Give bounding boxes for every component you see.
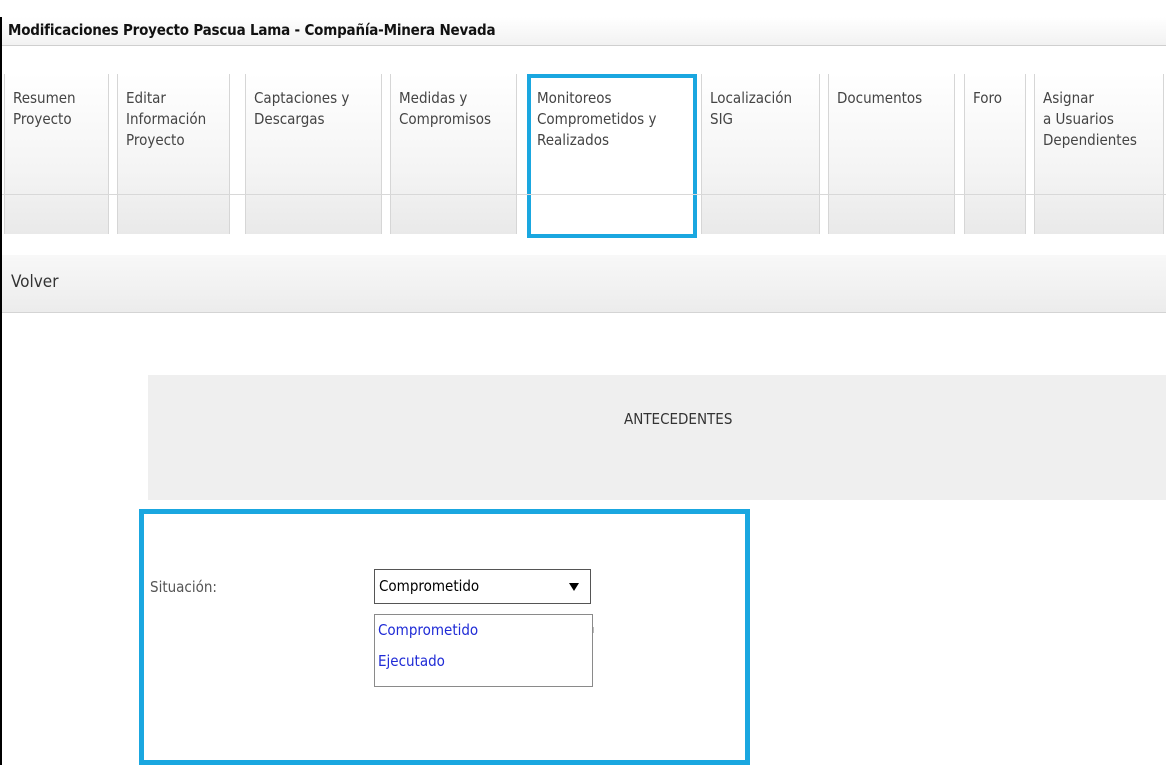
antecedentes-header: ANTECEDENTES (148, 375, 1166, 500)
tab-label: Captaciones y Descargas (254, 89, 350, 128)
tab-foro[interactable]: Foro (964, 74, 1026, 234)
tab-label: Asignar a Usuarios Dependientes (1043, 89, 1137, 149)
tab-resumen-proyecto[interactable]: Resumen Proyecto (4, 74, 109, 234)
tab-editar-informacion[interactable]: Editar Información Proyecto (117, 74, 230, 234)
tab-medidas-compromisos[interactable]: Medidas y Compromisos (390, 74, 517, 234)
tab-label: Monitoreos Comprometidos y Realizados (537, 89, 657, 149)
tab-label: Medidas y Compromisos (399, 89, 492, 128)
tab-label: Resumen Proyecto (13, 89, 76, 128)
tab-label: Documentos (837, 89, 923, 107)
situacion-dropdown-list: Comprometido Ejecutado (374, 614, 593, 687)
app-window: Modificaciones Proyecto Pascua Lama - Co… (0, 0, 1166, 765)
divider (2, 194, 1166, 195)
tab-monitoreos[interactable]: Monitoreos Comprometidos y Realizados (527, 74, 697, 238)
situacion-select[interactable]: Comprometido (374, 569, 591, 604)
tab-bar: Resumen Proyecto Editar Información Proy… (2, 46, 1166, 238)
title-bar: Modificaciones Proyecto Pascua Lama - Co… (2, 17, 1166, 46)
tab-label: Editar Información Proyecto (126, 89, 207, 149)
caption-strip (0, 0, 1166, 17)
tab-asignar-usuarios[interactable]: Asignar a Usuarios Dependientes (1034, 74, 1164, 234)
option-ejecutado[interactable]: Ejecutado (378, 652, 445, 670)
select-value: Comprometido (379, 577, 480, 595)
tab-documentos[interactable]: Documentos (828, 74, 955, 234)
option-comprometido[interactable]: Comprometido (378, 621, 478, 639)
volver-link[interactable]: Volver (11, 272, 59, 292)
back-bar: Volver (2, 255, 1166, 313)
tab-captaciones-descargas[interactable]: Captaciones y Descargas (245, 74, 382, 234)
tab-label: Foro (973, 89, 1002, 107)
situacion-label: Situación: (150, 578, 217, 596)
page-title: Modificaciones Proyecto Pascua Lama - Co… (8, 21, 496, 39)
section-title: ANTECEDENTES (624, 410, 733, 428)
chevron-down-icon (569, 583, 579, 591)
tab-localizacion-sig[interactable]: Localización SIG (701, 74, 820, 234)
tab-label: Localización SIG (710, 89, 793, 128)
